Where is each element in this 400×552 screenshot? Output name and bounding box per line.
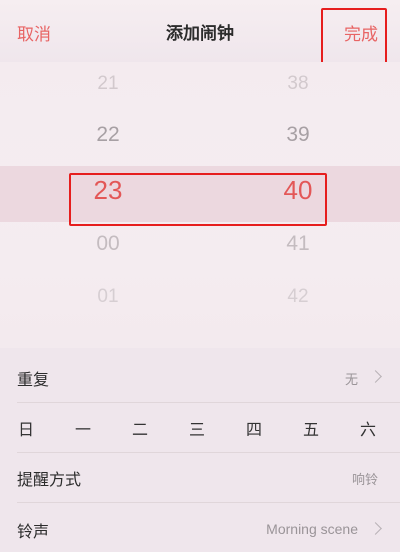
reminder-label: 提醒方式 bbox=[17, 470, 82, 489]
reminder-value: 响铃 bbox=[351, 473, 378, 488]
day-saturday[interactable]: 六 bbox=[353, 416, 383, 440]
ringtone-value: Morning scene bbox=[266, 521, 358, 537]
repeat-value: 无 bbox=[344, 373, 358, 388]
repeat-row[interactable]: 重复 无 bbox=[0, 350, 400, 402]
day-monday[interactable]: 一 bbox=[68, 416, 98, 440]
minute-option[interactable]: 41 bbox=[258, 232, 338, 256]
hour-option[interactable]: 22 bbox=[68, 123, 148, 147]
day-friday[interactable]: 五 bbox=[296, 416, 326, 440]
reminder-row[interactable]: 提醒方式 响铃 bbox=[0, 452, 400, 502]
weekday-selector: 日 一 二 三 四 五 六 bbox=[0, 402, 400, 452]
ringtone-row[interactable]: 铃声 Morning scene bbox=[0, 502, 400, 552]
minute-option[interactable]: 42 bbox=[258, 286, 338, 308]
hour-option[interactable]: 00 bbox=[68, 232, 148, 256]
hour-option[interactable]: 01 bbox=[68, 286, 148, 308]
day-wednesday[interactable]: 三 bbox=[182, 416, 212, 440]
chevron-right-icon bbox=[369, 522, 382, 535]
day-sunday[interactable]: 日 bbox=[11, 416, 41, 440]
ringtone-label: 铃声 bbox=[17, 522, 50, 541]
chevron-right-icon bbox=[369, 370, 382, 383]
repeat-label: 重复 bbox=[17, 370, 50, 389]
selected-time-highlight bbox=[69, 173, 327, 226]
day-thursday[interactable]: 四 bbox=[239, 416, 269, 440]
hour-option[interactable]: 21 bbox=[68, 73, 148, 95]
day-tuesday[interactable]: 二 bbox=[125, 416, 155, 440]
minute-option[interactable]: 39 bbox=[258, 123, 338, 147]
minute-option[interactable]: 38 bbox=[258, 73, 338, 95]
